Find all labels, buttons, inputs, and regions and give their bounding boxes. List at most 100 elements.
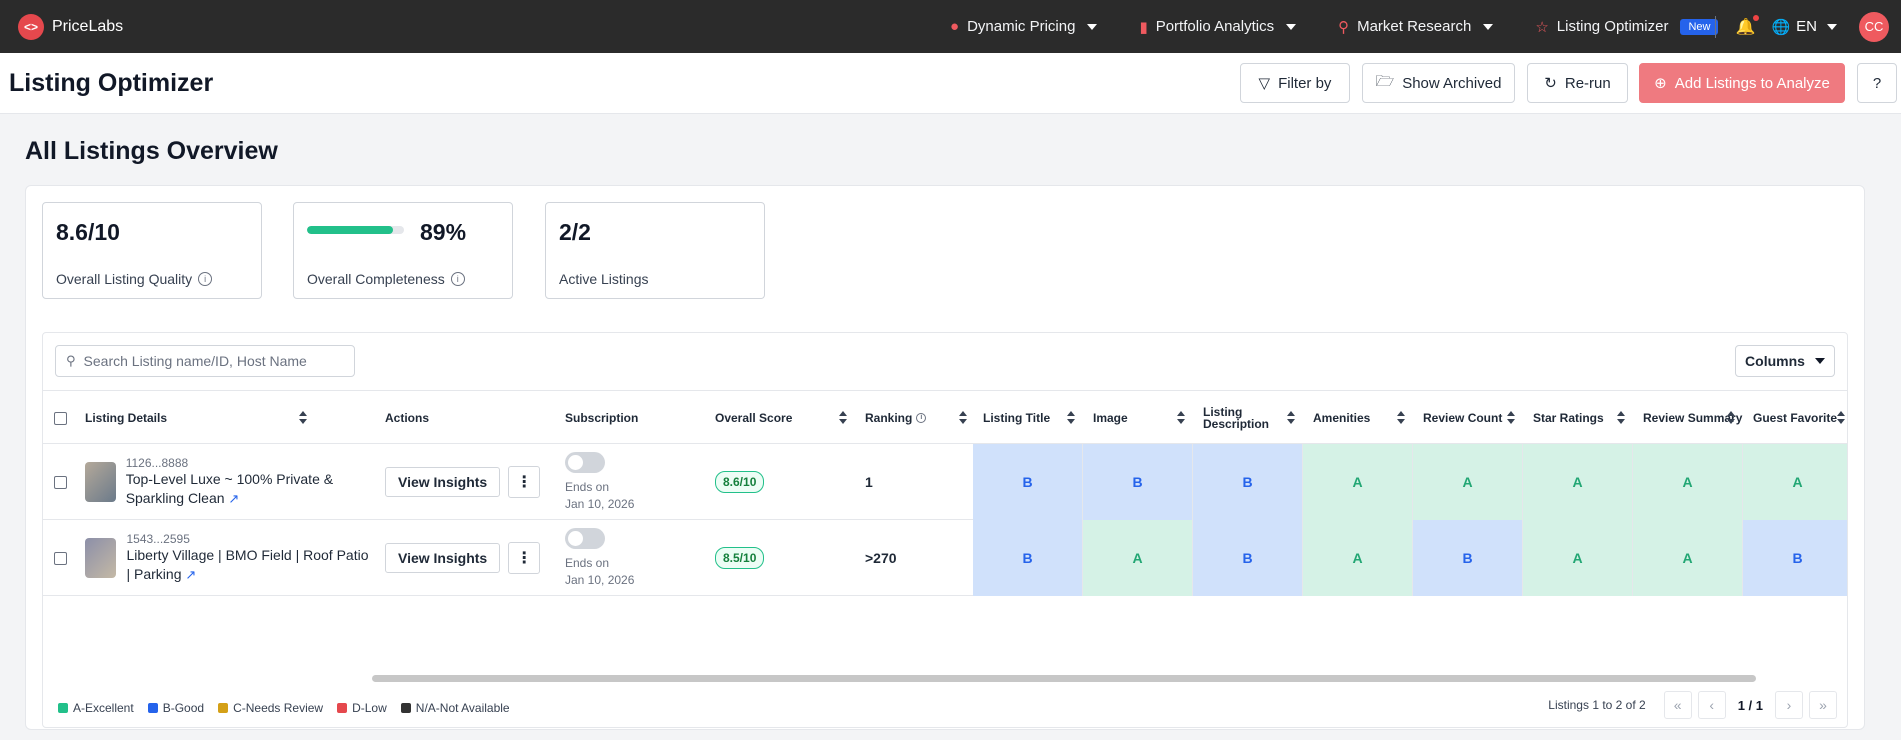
grade-cell[interactable]: A xyxy=(1523,520,1633,596)
grade-cell[interactable]: A xyxy=(1303,444,1413,520)
listing-id: 1543...2595 xyxy=(126,532,190,546)
notifications-bell-icon[interactable]: 🔔 xyxy=(1736,14,1760,37)
view-insights-button[interactable]: View Insights xyxy=(385,543,501,573)
stat-label: Overall Completeness i xyxy=(307,271,465,287)
legend-swatch xyxy=(218,703,229,713)
listing-thumbnail[interactable] xyxy=(85,538,117,578)
grade-cell[interactable]: A xyxy=(1523,444,1633,520)
grade-cell[interactable]: B xyxy=(1083,444,1193,520)
subscription-cell: Ends on Jan 10, 2026 xyxy=(565,520,634,596)
score-cell: 8.6/10 xyxy=(715,444,765,520)
col-grade[interactable]: Image xyxy=(1093,391,1193,445)
grade-cell[interactable]: A xyxy=(1083,520,1193,596)
col-grade[interactable]: Review Count xyxy=(1423,391,1523,445)
grade-cell[interactable]: B xyxy=(973,520,1083,596)
stat-label-text: Overall Listing Quality xyxy=(56,271,193,287)
col-overall-score[interactable]: Overall Score xyxy=(715,391,855,445)
new-badge: New xyxy=(1680,18,1719,35)
plus-circle-icon: ⊕ xyxy=(1654,75,1667,92)
actions-cell: View Insights ⋮ xyxy=(385,444,541,520)
listing-name[interactable]: Liberty Village | BMO Field | Roof Patio… xyxy=(126,546,375,584)
col-grade[interactable]: Review Summary xyxy=(1643,391,1743,445)
filter-label: Filter by xyxy=(1278,74,1332,92)
grade-cell[interactable]: B xyxy=(1193,444,1303,520)
grade-cell[interactable]: A xyxy=(1743,444,1847,520)
first-page-icon[interactable]: « xyxy=(1663,691,1692,719)
brand[interactable]: <> PriceLabs xyxy=(18,13,123,40)
legend-item: D-Low xyxy=(337,701,387,715)
nav-listing-optimizer[interactable]: ☆ Listing Optimizer New xyxy=(1535,18,1719,36)
grade-cell[interactable]: A xyxy=(1413,444,1523,520)
col-subscription: Subscription xyxy=(565,411,639,425)
col-ranking[interactable]: Ranking i xyxy=(865,391,975,445)
listing-thumbnail[interactable] xyxy=(85,462,116,502)
nav-portfolio-analytics[interactable]: ▮ Portfolio Analytics xyxy=(1139,18,1297,36)
help-button[interactable]: ? xyxy=(1857,63,1897,103)
prev-page-icon[interactable]: ‹ xyxy=(1697,691,1726,719)
info-icon[interactable]: i xyxy=(916,413,927,423)
view-insights-button[interactable]: View Insights xyxy=(385,467,501,497)
row-checkbox[interactable] xyxy=(54,444,67,520)
col-grade[interactable]: Amenities xyxy=(1313,391,1413,445)
filter-icon: ▽ xyxy=(1258,75,1271,92)
grade-cell[interactable]: B xyxy=(1193,520,1303,596)
grade-cell[interactable]: A xyxy=(1633,520,1743,596)
columns-button[interactable]: Columns xyxy=(1735,345,1835,377)
show-archived-button[interactable]: 🗁 Show Archived xyxy=(1362,63,1515,103)
col-grade[interactable]: Guest Favorite xyxy=(1753,391,1847,445)
row-checkbox[interactable] xyxy=(54,520,67,596)
search-box[interactable]: ⚲ xyxy=(55,345,355,377)
col-grade[interactable]: Star Ratings xyxy=(1533,391,1633,445)
subscription-cell: Ends on Jan 10, 2026 xyxy=(565,444,634,520)
sort-icon xyxy=(1287,411,1295,425)
legend-swatch xyxy=(337,703,348,713)
language-selector[interactable]: 🌐 EN xyxy=(1771,18,1837,36)
grade-legend: A-Excellent B-Good C-Needs Review D-Low N/A-… xyxy=(58,701,510,715)
last-page-icon[interactable]: » xyxy=(1809,691,1837,719)
stat-label-text: Overall Completeness xyxy=(307,271,445,287)
grade-cell[interactable]: A xyxy=(1633,444,1743,520)
sort-icon xyxy=(1507,411,1515,425)
grade-cell[interactable]: B xyxy=(1743,520,1847,596)
divider xyxy=(1714,15,1716,38)
grade-cell[interactable]: B xyxy=(973,444,1083,520)
info-icon[interactable]: i xyxy=(198,272,213,286)
legend-item: C-Needs Review xyxy=(218,701,323,715)
magnifier-chart-icon: ⚲ xyxy=(1338,18,1350,36)
subscription-toggle[interactable] xyxy=(565,527,605,549)
grade-cell[interactable]: A xyxy=(1303,520,1413,596)
add-listings-label: Add Listings to Analyze xyxy=(1674,74,1830,92)
folder-icon: 🗁 xyxy=(1375,72,1395,90)
listing-name[interactable]: Top-Level Luxe ~ 100% Private & Sparklin… xyxy=(126,470,375,508)
rerun-button[interactable]: ↻ Re-run xyxy=(1527,63,1628,103)
add-listings-button[interactable]: ⊕ Add Listings to Analyze xyxy=(1639,63,1845,103)
col-grade[interactable]: Listing Description xyxy=(1203,391,1303,445)
next-page-icon[interactable]: › xyxy=(1775,691,1803,719)
horizontal-scrollbar[interactable] xyxy=(372,675,1756,682)
stat-value: 2/2 xyxy=(559,219,591,245)
chevron-down-icon xyxy=(1286,23,1297,30)
more-options-icon[interactable]: ⋮ xyxy=(508,466,541,498)
sort-icon xyxy=(1727,411,1735,425)
external-link-icon[interactable]: ↗ xyxy=(228,491,239,506)
avatar[interactable]: CC xyxy=(1859,11,1889,42)
nav-market-research[interactable]: ⚲ Market Research xyxy=(1338,18,1494,36)
nav-dynamic-pricing[interactable]: ● Dynamic Pricing xyxy=(950,18,1098,35)
stat-value: 8.6/10 xyxy=(56,219,120,245)
filter-button[interactable]: ▽ Filter by xyxy=(1240,63,1350,103)
external-link-icon[interactable]: ↗ xyxy=(185,567,196,582)
search-input[interactable] xyxy=(83,353,334,369)
listing-details: 1543...2595 Liberty Village | BMO Field … xyxy=(85,520,375,596)
subscription-toggle[interactable] xyxy=(565,451,605,473)
listings-table: ⚲ Columns Listing Details Actions Subscr… xyxy=(42,332,1848,728)
ranking-value: 1 xyxy=(865,474,873,490)
col-grade[interactable]: Listing Title xyxy=(983,391,1083,445)
select-all-checkbox[interactable] xyxy=(54,391,67,445)
chevron-down-icon xyxy=(1483,23,1494,30)
more-options-icon[interactable]: ⋮ xyxy=(508,542,541,574)
grade-cell[interactable]: B xyxy=(1413,520,1523,596)
columns-label: Columns xyxy=(1745,353,1805,369)
col-listing-details[interactable]: Listing Details xyxy=(85,391,315,445)
notification-dot xyxy=(1753,14,1760,21)
info-icon[interactable]: i xyxy=(450,272,465,286)
